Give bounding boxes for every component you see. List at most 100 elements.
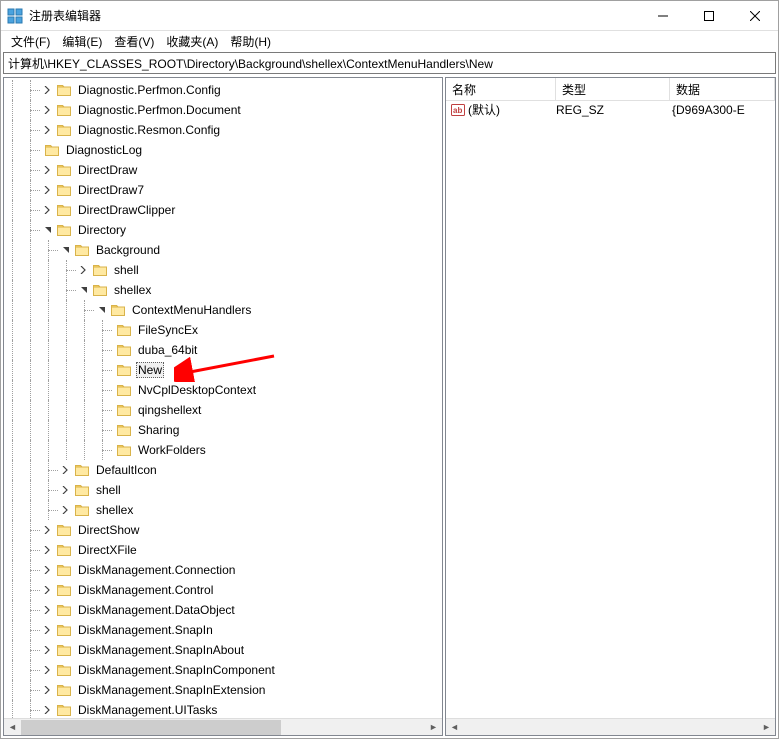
folder-icon [56,702,72,718]
value-row[interactable]: ab (默认) REG_SZ {D969A300-E [446,101,775,118]
tree-item[interactable]: DiskManagement.SnapInExtension [4,680,442,700]
scroll-thumb[interactable] [21,720,281,735]
window-title: 注册表编辑器 [29,7,640,24]
col-type[interactable]: 类型 [556,78,670,101]
scroll-left-icon[interactable]: ◄ [446,719,463,736]
tree-item[interactable]: Diagnostic.Resmon.Config [4,120,442,140]
expand-icon[interactable] [40,182,56,198]
expand-icon[interactable] [40,662,56,678]
menu-file[interactable]: 文件(F) [5,32,56,51]
folder-icon [116,382,132,398]
tree-item[interactable]: New [4,360,442,380]
tree-item[interactable]: Diagnostic.Perfmon.Config [4,80,442,100]
minimize-button[interactable] [640,1,686,31]
expand-icon[interactable] [58,482,74,498]
value-name: (默认) [468,101,556,118]
address-bar[interactable]: 计算机\HKEY_CLASSES_ROOT\Directory\Backgrou… [3,52,776,74]
tree-scroll-h[interactable]: ◄ ► [4,718,442,735]
menu-edit[interactable]: 编辑(E) [56,32,108,51]
folder-icon [116,342,132,358]
scroll-right-icon[interactable]: ► [758,719,775,736]
tree-item[interactable]: shellex [4,500,442,520]
tree-item-label: DiskManagement.SnapIn [76,622,215,638]
registry-editor-window: 注册表编辑器 文件(F) 编辑(E) 查看(V) 收藏夹(A) 帮助(H) 计算… [0,0,779,739]
expand-icon[interactable] [40,642,56,658]
tree-item[interactable]: DefaultIcon [4,460,442,480]
tree-item[interactable]: shellex [4,280,442,300]
expand-icon[interactable] [40,682,56,698]
col-name[interactable]: 名称 [446,78,556,101]
expand-icon[interactable] [58,462,74,478]
folder-icon [56,122,72,138]
tree-item[interactable]: WorkFolders [4,440,442,460]
tree-item[interactable]: NvCplDesktopContext [4,380,442,400]
folder-icon [56,662,72,678]
tree-item[interactable]: qingshellext [4,400,442,420]
values-scroll-h[interactable]: ◄ ► [446,718,775,735]
close-button[interactable] [732,1,778,31]
tree-item[interactable]: duba_64bit [4,340,442,360]
folder-icon [56,82,72,98]
tree-item[interactable]: DirectDraw7 [4,180,442,200]
tree-item[interactable]: DirectXFile [4,540,442,560]
maximize-button[interactable] [686,1,732,31]
expand-icon[interactable] [40,162,56,178]
expand-icon[interactable] [40,122,56,138]
expand-icon[interactable] [40,522,56,538]
values-body[interactable]: ab (默认) REG_SZ {D969A300-E [446,101,775,718]
tree-item-label: DiskManagement.Control [76,582,215,598]
tree-item[interactable]: DirectShow [4,520,442,540]
value-type: REG_SZ [556,103,672,117]
menu-help[interactable]: 帮助(H) [224,32,277,51]
collapse-icon[interactable] [76,282,92,298]
folder-icon [74,462,90,478]
titlebar[interactable]: 注册表编辑器 [1,1,778,31]
tree-item[interactable]: Diagnostic.Perfmon.Document [4,100,442,120]
menu-view[interactable]: 查看(V) [108,32,160,51]
tree-item[interactable]: Background [4,240,442,260]
expand-icon[interactable] [40,542,56,558]
tree-item[interactable]: shell [4,480,442,500]
expand-icon[interactable] [76,262,92,278]
scroll-right-icon[interactable]: ► [425,719,442,736]
tree-item[interactable]: DiskManagement.SnapIn [4,620,442,640]
tree-item[interactable]: DiskManagement.Control [4,580,442,600]
tree-item[interactable]: DiskManagement.SnapInAbout [4,640,442,660]
tree-item[interactable]: DirectDrawClipper [4,200,442,220]
tree-item[interactable]: Directory [4,220,442,240]
expand-icon[interactable] [40,702,56,718]
folder-icon [74,482,90,498]
tree-item-label: New [136,362,164,378]
tree-item[interactable]: DiskManagement.SnapInComponent [4,660,442,680]
tree-item-label: shell [94,482,123,498]
tree-item[interactable]: shell [4,260,442,280]
expand-icon[interactable] [40,602,56,618]
folder-icon [56,562,72,578]
tree-item[interactable]: DiskManagement.DataObject [4,600,442,620]
expand-icon[interactable] [40,202,56,218]
collapse-icon[interactable] [40,222,56,238]
expand-icon[interactable] [40,562,56,578]
expand-icon[interactable] [58,502,74,518]
collapse-icon[interactable] [58,242,74,258]
col-data[interactable]: 数据 [670,78,775,101]
collapse-icon[interactable] [94,302,110,318]
tree-item[interactable]: DiskManagement.UITasks [4,700,442,718]
tree-item[interactable]: Sharing [4,420,442,440]
tree-item-label: ContextMenuHandlers [130,302,253,318]
expand-icon[interactable] [40,582,56,598]
expand-icon[interactable] [40,82,56,98]
expand-icon[interactable] [40,622,56,638]
tree-item[interactable]: ContextMenuHandlers [4,300,442,320]
tree-panel: Diagnostic.Perfmon.Config Diagnostic.Per… [3,77,443,736]
scroll-left-icon[interactable]: ◄ [4,719,21,736]
folder-icon [92,282,108,298]
tree-content[interactable]: Diagnostic.Perfmon.Config Diagnostic.Per… [4,78,442,718]
tree-item[interactable]: FileSyncEx [4,320,442,340]
tree-item[interactable]: DiskManagement.Connection [4,560,442,580]
expand-icon[interactable] [40,102,56,118]
menu-favorites[interactable]: 收藏夹(A) [160,32,224,51]
tree-item[interactable]: DiagnosticLog [4,140,442,160]
tree-item-label: shell [112,262,141,278]
tree-item[interactable]: DirectDraw [4,160,442,180]
